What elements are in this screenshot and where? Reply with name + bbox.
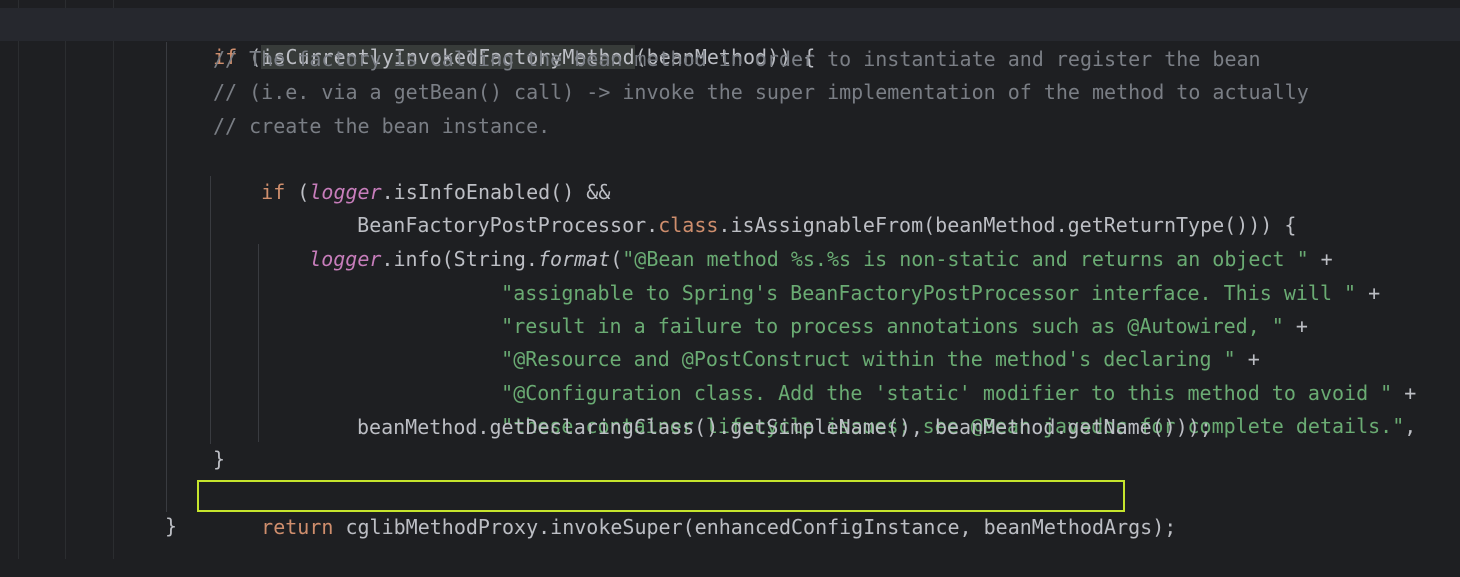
- code-line-14[interactable]: }: [213, 443, 225, 476]
- code-line-12[interactable]: "these container lifecycle issues; see @…: [453, 377, 1416, 438]
- code-text: cglibMethodProxy.invokeSuper(enhancedCon…: [333, 515, 1177, 539]
- code-text: +: [1356, 281, 1381, 305]
- code-text: (: [285, 180, 310, 204]
- code-line-7[interactable]: logger.info(String.format("@Bean method …: [261, 210, 1333, 271]
- code-line-11[interactable]: "@Configuration class. Add the 'static' …: [453, 344, 1416, 405]
- code-text: ,: [1404, 414, 1417, 438]
- code-line-9[interactable]: "result in a failure to process annotati…: [453, 277, 1308, 338]
- code-text: +: [1283, 314, 1308, 338]
- field-reference: logger: [309, 247, 382, 271]
- indent-guide: [166, 42, 167, 512]
- code-line-2[interactable]: // The factory is calling the bean metho…: [213, 43, 1261, 76]
- code-line-3[interactable]: // (i.e. via a getBean() call) -> invoke…: [213, 76, 1309, 109]
- return-statement-highlight-box: [197, 480, 1125, 512]
- code-line-8[interactable]: "assignable to Spring's BeanFactoryPostP…: [453, 244, 1380, 305]
- code-line-6[interactable]: BeanFactoryPostProcessor.class.isAssigna…: [309, 176, 1296, 237]
- code-line-5[interactable]: if (logger.isInfoEnabled() &&: [213, 143, 610, 204]
- code-line-16[interactable]: }: [165, 510, 177, 543]
- code-editor[interactable]: if (isCurrentlyInvokedFactoryMethod(bean…: [0, 0, 1460, 559]
- indent-guide: [210, 176, 211, 444]
- code-line-1[interactable]: if (isCurrentlyInvokedFactoryMethod(bean…: [165, 8, 815, 69]
- code-line-13[interactable]: beanMethod.getDeclaringClass().getSimple…: [357, 411, 1212, 444]
- indent-guide-outer: [113, 0, 114, 559]
- indent-guide-outer: [65, 0, 66, 559]
- gutter-divider: [18, 0, 19, 559]
- code-line-10[interactable]: "@Resource and @PostConstruct within the…: [453, 310, 1260, 371]
- keyword: if: [261, 180, 286, 204]
- code-line-4[interactable]: // create the bean instance.: [213, 110, 550, 143]
- keyword: return: [261, 515, 334, 539]
- indent-guide: [258, 244, 259, 442]
